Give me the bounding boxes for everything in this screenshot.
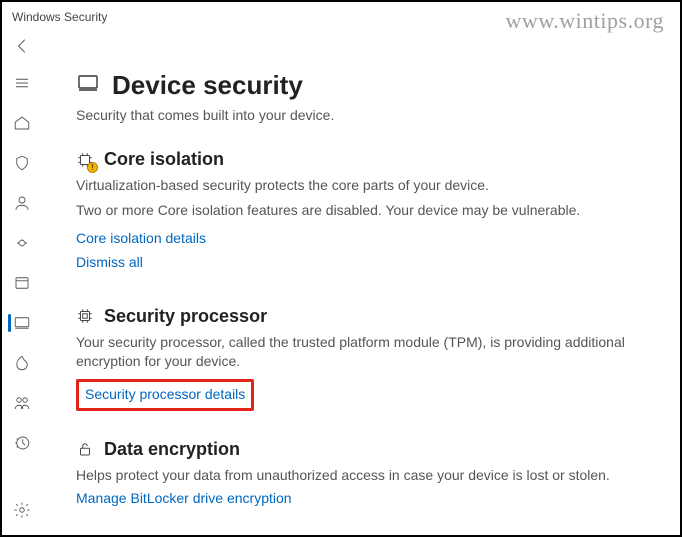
sidebar xyxy=(2,64,42,535)
nav-device-security-icon[interactable] xyxy=(6,308,38,338)
core-isolation-desc: Virtualization-based security protects t… xyxy=(76,176,636,195)
warning-badge-icon: ! xyxy=(87,162,98,173)
device-security-page-icon xyxy=(76,71,100,100)
highlight-box: Security processor details xyxy=(76,379,254,411)
body: Device security Security that comes buil… xyxy=(2,64,680,535)
manage-bitlocker-link[interactable]: Manage BitLocker drive encryption xyxy=(76,490,292,506)
security-processor-title: Security processor xyxy=(104,306,267,327)
page-header: Device security xyxy=(76,70,650,101)
nav-firewall-icon[interactable] xyxy=(6,228,38,258)
section-data-encryption: Data encryption Helps protect your data … xyxy=(76,439,636,515)
nav-account-icon[interactable] xyxy=(6,188,38,218)
nav-device-performance-icon[interactable] xyxy=(6,348,38,378)
back-row xyxy=(2,32,680,64)
data-encryption-title: Data encryption xyxy=(104,439,240,460)
section-security-processor: Security processor Your security process… xyxy=(76,306,636,411)
security-processor-desc: Your security processor, called the trus… xyxy=(76,333,636,371)
nav-app-browser-icon[interactable] xyxy=(6,268,38,298)
nav-home-icon[interactable] xyxy=(6,108,38,138)
core-isolation-icon: ! xyxy=(76,151,94,169)
core-isolation-warning: Two or more Core isolation features are … xyxy=(76,201,636,220)
dismiss-all-link[interactable]: Dismiss all xyxy=(76,254,143,270)
back-icon[interactable] xyxy=(14,37,32,60)
page-title: Device security xyxy=(112,70,303,101)
page-subtitle: Security that comes built into your devi… xyxy=(76,107,650,123)
nav-family-icon[interactable] xyxy=(6,388,38,418)
nav-virus-icon[interactable] xyxy=(6,148,38,178)
data-encryption-icon xyxy=(76,440,94,458)
nav-settings-icon[interactable] xyxy=(6,495,38,525)
data-encryption-desc: Helps protect your data from unauthorize… xyxy=(76,466,636,485)
app-window: Windows Security www.wintips.org xyxy=(0,0,682,537)
content-area: Device security Security that comes buil… xyxy=(42,64,680,535)
nav-history-icon[interactable] xyxy=(6,428,38,458)
security-processor-details-link[interactable]: Security processor details xyxy=(85,386,245,402)
section-core-isolation: ! Core isolation Virtualization-based se… xyxy=(76,149,636,278)
core-isolation-details-link[interactable]: Core isolation details xyxy=(76,230,206,246)
window-title: Windows Security xyxy=(12,10,107,24)
title-bar: Windows Security xyxy=(2,2,680,32)
core-isolation-title: Core isolation xyxy=(104,149,224,170)
nav-menu-icon[interactable] xyxy=(6,68,38,98)
security-processor-icon xyxy=(76,307,94,325)
